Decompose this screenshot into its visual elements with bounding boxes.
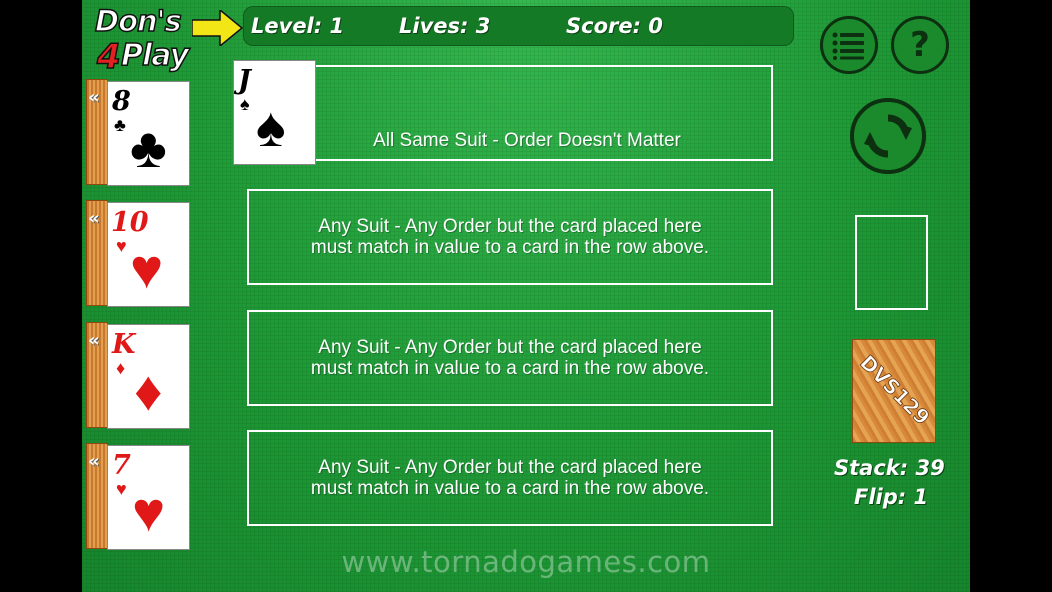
logo-text-dons: Don's — [94, 3, 182, 39]
card-suit-small: ♦ — [116, 358, 126, 378]
game-board: Don's 4 Play Level: 1 Lives: 3 Score: 0 … — [82, 0, 970, 592]
card-rank: 8 — [112, 86, 131, 117]
help-button[interactable]: ? — [891, 16, 949, 74]
logo-text-four: 4 — [96, 36, 121, 78]
hand-card-slot[interactable]: 10 ♥ ♥ « — [86, 200, 190, 308]
card-suit-large: ♠ — [256, 95, 286, 158]
playing-card[interactable]: 7 ♥ ♥ — [107, 445, 190, 550]
chevron-left-icon: « — [88, 87, 100, 108]
refresh-icon — [864, 114, 912, 158]
card-suit-large: ♥ — [132, 480, 166, 543]
playing-card[interactable]: K ♦ ♦ — [107, 324, 190, 429]
row-rule-line1: Any Suit - Any Order but the card placed… — [318, 337, 702, 358]
chevron-left-icon: « — [88, 451, 100, 472]
card-rank: 10 — [111, 207, 149, 238]
card-suit-small: ♥ — [116, 236, 127, 256]
card-suit-large: ♦ — [134, 359, 163, 422]
card-suit-small: ♣ — [114, 115, 126, 135]
watermark: www.tornadogames.com — [341, 545, 711, 579]
card-suit-large: ♣ — [130, 116, 167, 179]
hand-card-slot[interactable]: 7 ♥ ♥ « — [86, 443, 190, 551]
card-suit-small: ♥ — [116, 479, 127, 499]
score-indicator: Score: 0 — [566, 14, 663, 38]
menu-button[interactable] — [820, 16, 878, 74]
level-indicator: Level: 1 — [251, 14, 345, 38]
row-rule-line1: Any Suit - Any Order but the card placed… — [318, 457, 702, 478]
dons-4-play-logo: Don's 4 Play — [94, 3, 245, 78]
target-row-1[interactable]: All Same Suit - Order Doesn't Matter — [241, 65, 773, 161]
placed-card[interactable]: J ♠ ♠ — [233, 60, 316, 165]
stack-count: Stack: 39 — [834, 456, 945, 480]
deck-back-text: DVS129 — [855, 350, 935, 430]
flip-count: Flip: 1 — [854, 485, 929, 509]
status-bar: Level: 1 Lives: 3 Score: 0 — [243, 6, 794, 46]
help-icon: ? — [910, 25, 930, 65]
hand-card-slot[interactable]: 8 ♣ ♣ « — [86, 79, 190, 187]
flip-card-slot[interactable] — [855, 215, 928, 310]
card-suit-small: ♠ — [240, 94, 250, 114]
target-row-3[interactable]: Any Suit - Any Order but the card placed… — [247, 310, 773, 406]
target-row-2[interactable]: Any Suit - Any Order but the card placed… — [247, 189, 773, 285]
menu-icon — [832, 32, 864, 60]
row-rule-line2: must match in value to a card in the row… — [310, 237, 710, 258]
lives-indicator: Lives: 3 — [399, 14, 491, 38]
logo-text-play: Play — [120, 37, 190, 74]
chevron-left-icon: « — [88, 330, 100, 351]
card-suit-large: ♥ — [130, 237, 164, 300]
row-rule-line2: must match in value to a card in the row… — [310, 358, 710, 379]
logo-arrow-icon — [192, 10, 244, 46]
target-row-4[interactable]: Any Suit - Any Order but the card placed… — [247, 430, 773, 526]
playing-card[interactable]: 8 ♣ ♣ — [107, 81, 190, 186]
draw-deck[interactable]: DVS129 — [852, 339, 936, 443]
row-rule-line1: Any Suit - Any Order but the card placed… — [318, 216, 702, 237]
row-rule-text: All Same Suit - Order Doesn't Matter — [373, 130, 681, 151]
card-rank: K — [112, 329, 136, 360]
chevron-left-icon: « — [88, 208, 100, 229]
hand-card-slot[interactable]: K ♦ ♦ « — [86, 322, 190, 430]
playing-card[interactable]: 10 ♥ ♥ — [107, 202, 190, 307]
card-rank: J — [238, 65, 251, 96]
refresh-button[interactable] — [850, 98, 926, 174]
row-rule-line2: must match in value to a card in the row… — [310, 478, 710, 499]
card-rank: 7 — [112, 450, 131, 481]
